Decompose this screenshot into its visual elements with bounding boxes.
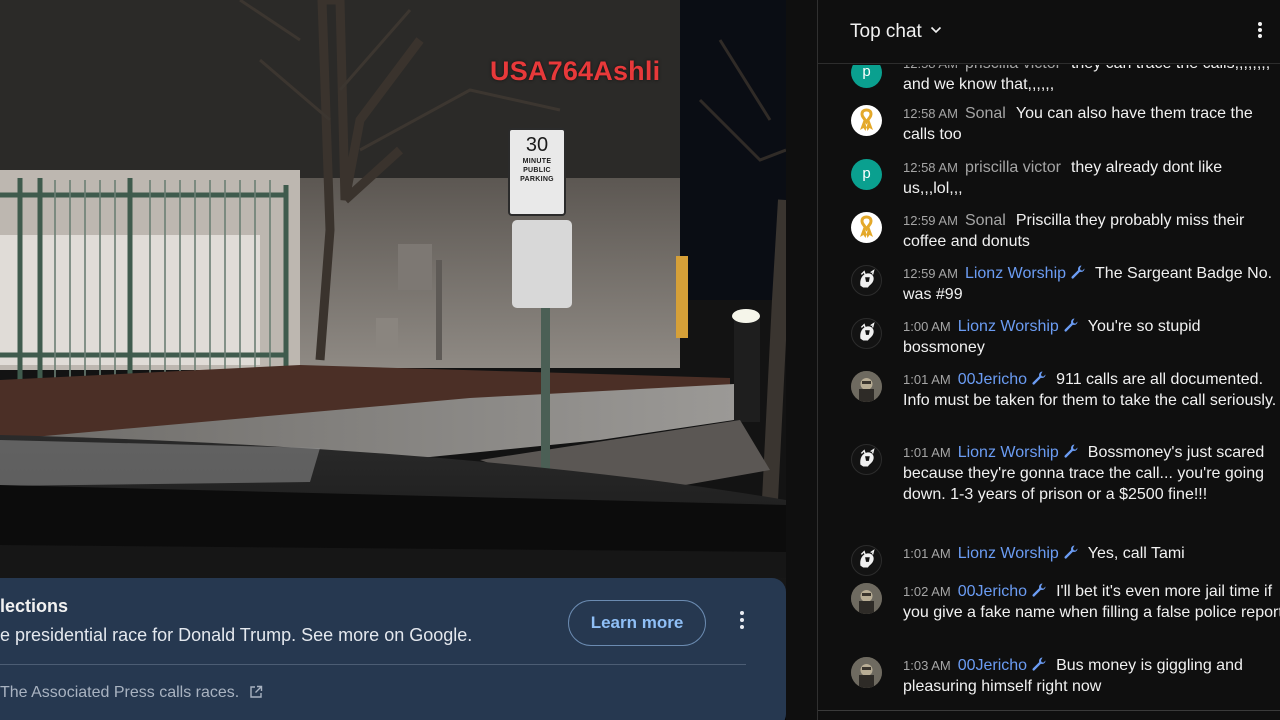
- chat-author-avatar[interactable]: p: [851, 159, 882, 190]
- chat-mode-dropdown[interactable]: Top chat: [850, 21, 942, 43]
- chat-mode-label[interactable]: Top chat: [850, 21, 922, 42]
- chat-author-name[interactable]: 00Jericho: [958, 583, 1027, 600]
- chat-message-text: Yes, call Tami: [1087, 545, 1185, 562]
- chat-message-body: 12:58 AM priscilla victor they already don…: [903, 157, 1280, 199]
- chat-message-body: 1:03 AM 00Jericho Bus money is giggling an…: [903, 655, 1280, 697]
- video-player[interactable]: USA764Ashli 30 MINUTE PUBLIC PARKING lec…: [0, 0, 786, 720]
- chat-more-options-icon[interactable]: [1252, 20, 1268, 44]
- moderator-wrench-icon: [1032, 657, 1046, 671]
- external-link-icon: [250, 685, 263, 698]
- chat-author-name[interactable]: Sonal: [965, 105, 1006, 122]
- moderator-wrench-icon: [1064, 545, 1078, 559]
- info-panel-source-text[interactable]: The Associated Press calls races.: [0, 684, 239, 701]
- learn-more-button[interactable]: Learn more: [568, 600, 706, 646]
- chat-author-name[interactable]: Lionz Worship: [958, 444, 1059, 461]
- parking-sign: 30 MINUTE PUBLIC PARKING: [508, 128, 566, 216]
- chat-header: Top chat: [818, 0, 1280, 64]
- chat-author-avatar[interactable]: [851, 265, 882, 296]
- chevron-down-icon: [930, 26, 941, 34]
- chat-message-body: 1:01 AM Lionz Worship Bossmoney's just sca…: [903, 442, 1280, 505]
- info-panel-body: e presidential race for Donald Trump. Se…: [0, 625, 473, 645]
- chat-message-text: Bus money is giggling and pleasuring him…: [903, 657, 1243, 695]
- chat-timestamp: 12:58 AM: [903, 160, 958, 175]
- chat-author-avatar[interactable]: [851, 212, 882, 243]
- live-chat-panel: Top chat p12:58 AMpriscilla victorthey c…: [817, 0, 1280, 720]
- chat-author-name[interactable]: priscilla victor: [965, 65, 1061, 72]
- chat-timestamp: 1:02 AM: [903, 584, 951, 599]
- chat-author-avatar[interactable]: [851, 657, 882, 688]
- info-panel-title: lections: [0, 596, 69, 616]
- chat-message-body: 1:02 AM 00Jericho I'll bet it's even more …: [903, 581, 1280, 623]
- chat-author-avatar[interactable]: p: [851, 65, 882, 88]
- chat-timestamp: 1:03 AM: [903, 658, 951, 673]
- chat-message-body: 12:58 AM Sonal You can also have them trac…: [903, 103, 1280, 145]
- chat-message-body: 12:58 AM priscilla victorthey can trace t…: [903, 65, 1280, 95]
- chat-author-name[interactable]: Lionz Worship: [958, 545, 1059, 562]
- chat-message-text: The Sargeant Badge No. was #99: [903, 265, 1273, 303]
- chat-author-avatar[interactable]: [851, 545, 882, 576]
- info-panel-menu-icon[interactable]: [732, 608, 752, 638]
- chat-timestamp: 12:58 AM: [903, 65, 958, 71]
- chat-author-name[interactable]: 00Jericho: [958, 371, 1027, 388]
- chat-message-body: 1:00 AM Lionz Worship You're so stupid bos…: [903, 316, 1280, 358]
- chat-message-text: they can trace the calls,,,,,,,, and we …: [903, 65, 1270, 93]
- chat-message-body: 1:01 AM 00Jericho 911 calls are all docume…: [903, 369, 1280, 411]
- chat-timestamp: 12:59 AM: [903, 213, 958, 228]
- election-info-panel: lections e presidential race for Donald …: [0, 578, 786, 720]
- info-panel-divider: [0, 664, 746, 665]
- chat-author-name[interactable]: Lionz Worship: [958, 318, 1059, 335]
- chat-message-list[interactable]: p12:58 AMpriscilla victorthey can trace …: [818, 65, 1280, 710]
- chat-author-avatar[interactable]: [851, 371, 882, 402]
- chat-input-divider: [818, 710, 1280, 711]
- chat-message-body: 1:01 AM Lionz Worship Yes, call Tami: [903, 543, 1280, 564]
- chat-timestamp: 1:01 AM: [903, 372, 951, 387]
- parking-sign-number: 30: [525, 134, 549, 156]
- chat-author-name[interactable]: 00Jericho: [958, 657, 1027, 674]
- parking-sign-text: MINUTE PUBLIC PARKING: [520, 158, 554, 183]
- chat-timestamp: 1:01 AM: [903, 546, 951, 561]
- chat-timestamp: 12:59 AM: [903, 266, 958, 281]
- moderator-wrench-icon: [1032, 583, 1046, 597]
- chat-author-avatar[interactable]: [851, 583, 882, 614]
- chat-message-body: 12:59 AM Sonal Priscilla they probably mis…: [903, 210, 1280, 252]
- chat-author-avatar[interactable]: [851, 444, 882, 475]
- moderator-wrench-icon: [1071, 265, 1085, 279]
- chat-message-body: 12:59 AM Lionz Worship The Sargeant Badge …: [903, 263, 1280, 305]
- chat-timestamp: 1:00 AM: [903, 319, 951, 334]
- chat-author-avatar[interactable]: [851, 105, 882, 136]
- chat-author-name[interactable]: Lionz Worship: [965, 265, 1066, 282]
- chat-author-name[interactable]: Sonal: [965, 212, 1006, 229]
- channel-watermark: USA764Ashli: [490, 56, 661, 86]
- moderator-wrench-icon: [1064, 444, 1078, 458]
- moderator-wrench-icon: [1032, 371, 1046, 385]
- moderator-wrench-icon: [1064, 318, 1078, 332]
- chat-author-name[interactable]: priscilla victor: [965, 159, 1061, 176]
- chat-author-avatar[interactable]: [851, 318, 882, 349]
- chat-timestamp: 1:01 AM: [903, 445, 951, 460]
- info-panel-source[interactable]: The Associated Press calls races.: [0, 684, 263, 702]
- chat-timestamp: 12:58 AM: [903, 106, 958, 121]
